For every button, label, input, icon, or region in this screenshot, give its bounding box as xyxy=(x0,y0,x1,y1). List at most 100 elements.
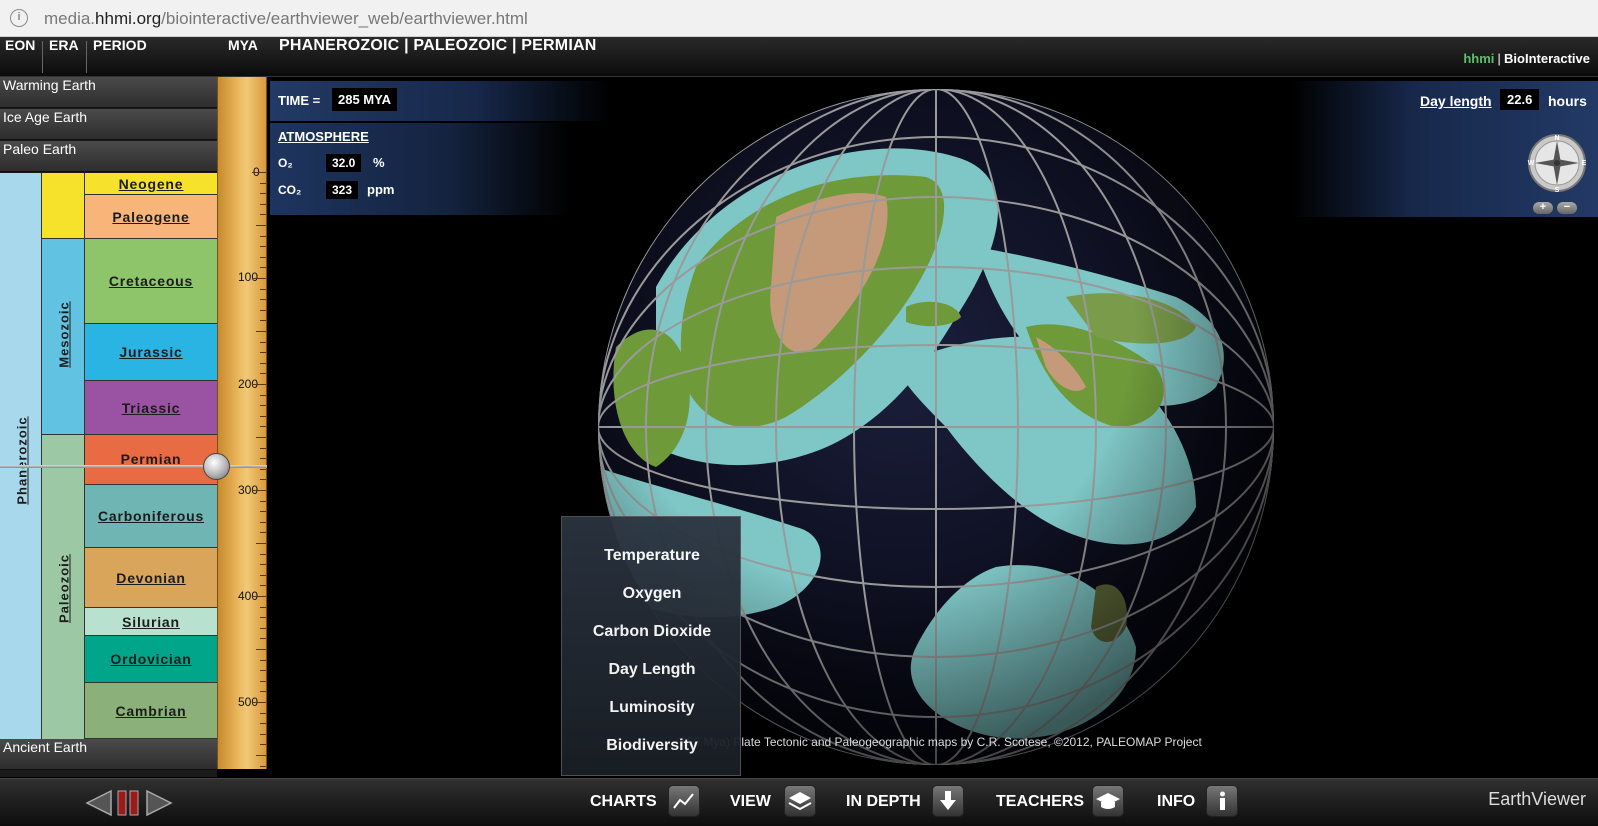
ruler-tick xyxy=(260,733,266,735)
tab-period[interactable]: PERIOD xyxy=(93,37,147,77)
sidebar-item-ancient-earth[interactable]: Ancient Earth xyxy=(0,739,217,770)
compass-south: S xyxy=(1555,187,1560,193)
ruler-tick xyxy=(260,680,266,682)
ruler-tick xyxy=(260,341,266,343)
info-button[interactable]: INFO xyxy=(1157,793,1195,811)
ruler-tick xyxy=(260,574,266,576)
ruler-tick xyxy=(260,299,266,301)
playback-controls xyxy=(85,789,173,817)
atmosphere-link[interactable]: ATMOSPHERE xyxy=(278,129,369,144)
view-button[interactable]: VIEW xyxy=(730,793,771,811)
layers-icon[interactable] xyxy=(784,785,816,817)
hhmi-biointeractive-logo[interactable]: hhmi | BioInteractive xyxy=(1463,51,1590,66)
period-cambrian[interactable]: Cambrian xyxy=(85,683,217,739)
pause-icon[interactable] xyxy=(129,790,139,816)
ruler-tick xyxy=(260,532,266,534)
zoom-out-button[interactable]: − xyxy=(1557,202,1577,214)
ruler-tick xyxy=(260,585,266,587)
pause-icon[interactable] xyxy=(117,790,127,816)
period-cretaceous[interactable]: Cretaceous xyxy=(85,239,217,324)
period-paleogene[interactable]: Paleogene xyxy=(85,195,217,239)
ruler-tick xyxy=(252,490,266,491)
ruler-tick xyxy=(260,267,266,269)
ruler-tick xyxy=(260,500,266,502)
period-carboniferous[interactable]: Carboniferous xyxy=(85,485,217,548)
url-host: hhmi.org xyxy=(95,9,162,28)
ruler-tick xyxy=(260,468,266,470)
period-triassic[interactable]: Triassic xyxy=(85,381,217,435)
ruler-tick xyxy=(260,638,266,640)
chart-item-temperature[interactable]: Temperature xyxy=(562,547,742,565)
earthviewer-logo: EarthViewer xyxy=(1488,789,1586,809)
era-mesozoic[interactable]: Mesozoic xyxy=(42,239,85,435)
ruler-tick xyxy=(260,606,266,608)
ruler-tick xyxy=(260,670,266,672)
ruler-tick xyxy=(260,617,266,619)
ruler-tick xyxy=(260,691,266,693)
sidebar-item-paleo-earth[interactable]: Paleo Earth xyxy=(0,141,217,172)
compass-west: W xyxy=(1528,160,1535,167)
period-silurian[interactable]: Silurian xyxy=(85,608,217,636)
ruler-tick xyxy=(256,543,266,544)
charts-icon[interactable] xyxy=(668,785,700,817)
era-paleozoic[interactable]: Paleozoic xyxy=(42,435,85,747)
site-info-icon[interactable]: i xyxy=(10,9,28,27)
header-divider xyxy=(42,41,43,73)
era-cenozoic[interactable] xyxy=(42,173,85,239)
ruler-tick xyxy=(256,437,266,438)
ruler-tick xyxy=(260,712,266,714)
chart-item-oxygen[interactable]: Oxygen xyxy=(562,585,742,603)
ruler-tick xyxy=(260,246,266,248)
period-neogene[interactable]: Neogene xyxy=(85,173,217,195)
chart-item-biodiversity[interactable]: Biodiversity xyxy=(562,737,742,755)
ruler-tick xyxy=(252,384,266,385)
ruler-tick xyxy=(252,172,266,173)
period-jurassic[interactable]: Jurassic xyxy=(85,324,217,381)
compass-icon[interactable]: N S W E xyxy=(1527,133,1587,193)
day-length-link[interactable]: Day length xyxy=(1420,93,1492,109)
period-ordovician[interactable]: Ordovician xyxy=(85,636,217,683)
tab-eon[interactable]: EON xyxy=(5,37,35,77)
zoom-in-button[interactable]: + xyxy=(1533,202,1553,214)
period-devonian[interactable]: Devonian xyxy=(85,548,217,608)
era-label: Paleozoic xyxy=(56,554,72,623)
tab-mya[interactable]: MYA xyxy=(228,37,258,77)
graduation-cap-icon[interactable] xyxy=(1092,785,1124,817)
ruler-tick xyxy=(260,352,266,354)
ruler-tick xyxy=(260,394,266,396)
chart-item-carbon-dioxide[interactable]: Carbon Dioxide xyxy=(562,623,742,641)
compass-east: E xyxy=(1582,160,1587,167)
header-divider xyxy=(86,41,87,73)
download-arrow-icon[interactable] xyxy=(932,785,964,817)
teachers-button[interactable]: TEACHERS xyxy=(996,793,1084,811)
ruler-tick xyxy=(260,415,266,417)
atmosphere-panel: ATMOSPHERE O₂ 32.0 % CO₂ 323 ppm xyxy=(270,123,570,215)
step-back-icon[interactable] xyxy=(85,789,112,817)
day-length-value: 22.6 xyxy=(1500,89,1540,110)
charts-button[interactable]: CHARTS xyxy=(590,793,657,811)
sidebar-item-ice-age-earth[interactable]: Ice Age Earth xyxy=(0,109,217,140)
url-field[interactable]: media.hhmi.org/biointeractive/earthviewe… xyxy=(44,9,528,29)
ruler-tick xyxy=(252,278,266,279)
ruler-label: 100 xyxy=(238,270,259,284)
sidebar-item-warming-earth[interactable]: Warming Earth xyxy=(0,77,217,108)
eon-phanerozoic[interactable]: Phanerozoic xyxy=(0,173,42,747)
ruler-tick xyxy=(256,225,266,226)
period-permian[interactable]: Permian xyxy=(85,435,217,485)
mya-ruler[interactable]: 0 100 200 300 400 500 xyxy=(217,77,267,769)
chart-item-day-length[interactable]: Day Length xyxy=(562,661,742,679)
bottom-toolbar: CHARTS VIEW IN DEPTH TEACHERS INFO Earth… xyxy=(0,778,1598,826)
chart-item-luminosity[interactable]: Luminosity xyxy=(562,699,742,717)
co2-label: CO₂ xyxy=(278,183,302,197)
time-label: TIME = xyxy=(278,93,321,108)
ruler-tick xyxy=(260,426,266,428)
tab-era[interactable]: ERA xyxy=(49,37,79,77)
ruler-tick xyxy=(260,235,266,237)
url-path: /biointeractive/earthviewer_web/earthvie… xyxy=(161,9,528,28)
ruler-tick xyxy=(260,214,266,216)
step-forward-icon[interactable] xyxy=(146,789,173,817)
ruler-tick xyxy=(260,458,266,460)
time-slider-handle[interactable] xyxy=(203,453,230,480)
info-icon[interactable] xyxy=(1206,785,1238,817)
in-depth-button[interactable]: IN DEPTH xyxy=(846,793,921,811)
